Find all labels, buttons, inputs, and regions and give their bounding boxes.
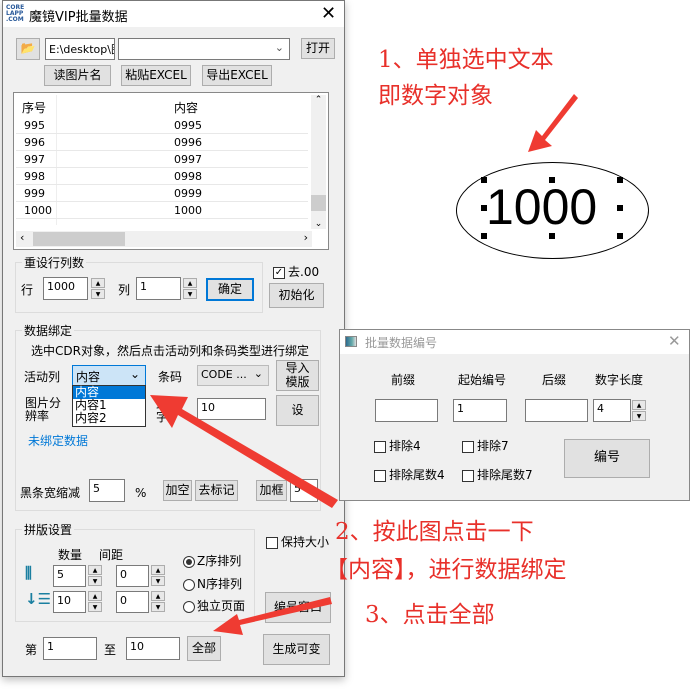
arrow-1 (528, 94, 578, 152)
selection-handles (481, 177, 623, 239)
annotation-2-line2: 【内容】，进行数据绑定 (325, 557, 567, 583)
annotation-arrows (150, 94, 623, 635)
annotation-3: 3、点击全部 (365, 602, 495, 628)
arrow-2 (150, 395, 338, 508)
arrow-3 (213, 597, 332, 635)
annotation-2-line1: 2、按此图点击一下 (335, 519, 534, 545)
